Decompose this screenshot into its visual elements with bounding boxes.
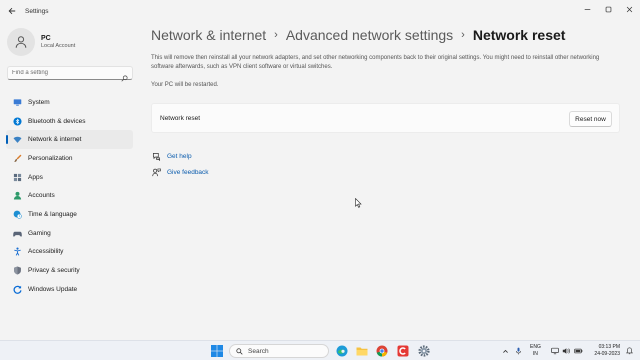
- profile-name: PC: [41, 35, 51, 42]
- sidebar-item-bluetooth[interactable]: Bluetooth & devices: [6, 112, 133, 131]
- display-icon[interactable]: [551, 341, 559, 360]
- volume-icon[interactable]: [562, 341, 570, 360]
- accessibility-icon: [12, 247, 22, 257]
- windows-start-icon[interactable]: [210, 344, 224, 358]
- sidebar-item-label: Privacy & security: [28, 267, 80, 275]
- page-title: Network reset: [472, 27, 566, 43]
- breadcrumb-separator: ›: [274, 29, 278, 41]
- clock-date: 24-09-2023: [594, 350, 620, 357]
- sidebar-item-time-language[interactable]: Time & language: [6, 205, 133, 224]
- breadcrumb-separator: ›: [461, 29, 465, 41]
- battery-icon[interactable]: [574, 341, 583, 360]
- sidebar-item-network[interactable]: Network & internet: [6, 130, 133, 150]
- get-help-link[interactable]: Get help: [151, 149, 209, 165]
- update-icon: [12, 284, 22, 294]
- taskbar: Search ENG IN 03:13 PM 24-09-2023: [0, 340, 640, 360]
- sidebar-item-label: Apps: [28, 173, 43, 181]
- gamepad-icon: [12, 228, 22, 238]
- globe-clock-icon: [12, 209, 22, 219]
- wifi-icon: [12, 135, 22, 145]
- notification-bell-icon[interactable]: [626, 341, 633, 360]
- show-hidden-icons-chevron-icon[interactable]: [502, 341, 509, 360]
- sidebar-nav: System Bluetooth & devices Network & int…: [6, 93, 133, 299]
- sidebar-item-accounts[interactable]: Accounts: [6, 186, 133, 205]
- apps-icon: [12, 172, 22, 182]
- microphone-icon[interactable]: [515, 341, 522, 360]
- sidebar-item-system[interactable]: System: [6, 93, 133, 112]
- maximize-icon[interactable]: [598, 0, 619, 18]
- search-input[interactable]: [8, 70, 116, 76]
- language-region: IN: [532, 350, 538, 357]
- profile-card[interactable]: PC Local Account: [7, 28, 75, 56]
- file-explorer-icon[interactable]: [355, 344, 369, 358]
- reset-description: This will remove then reinstall all your…: [151, 55, 600, 70]
- chrome-icon[interactable]: [375, 344, 389, 358]
- avatar: [7, 28, 35, 56]
- sidebar-item-label: System: [28, 98, 50, 106]
- sidebar-item-gaming[interactable]: Gaming: [6, 224, 133, 243]
- close-icon[interactable]: [619, 0, 640, 18]
- title-bar: Settings: [0, 0, 640, 22]
- help-icon: [151, 152, 161, 162]
- network-reset-card: Network reset Reset now: [151, 103, 620, 133]
- search-box: [7, 66, 133, 82]
- sidebar-item-privacy-security[interactable]: Privacy & security: [6, 261, 133, 280]
- brush-icon: [12, 153, 22, 163]
- breadcrumb-network-internet[interactable]: Network & internet: [151, 27, 266, 43]
- system-clock[interactable]: 03:13 PM 24-09-2023: [588, 344, 620, 357]
- settings-gear-icon[interactable]: [417, 344, 431, 360]
- feedback-icon: [151, 167, 161, 177]
- sidebar-item-personalization[interactable]: Personalization: [6, 149, 133, 168]
- sidebar-item-label: Bluetooth & devices: [28, 117, 86, 125]
- network-reset-label: Network reset: [160, 115, 201, 122]
- sidebar-item-label: Windows Update: [28, 285, 78, 293]
- sidebar-item-label: Accessibility: [28, 248, 64, 256]
- mouse-cursor-icon: [355, 195, 362, 213]
- monitor-icon: [12, 97, 22, 107]
- breadcrumb: Network & internet › Advanced network se…: [151, 27, 565, 43]
- sidebar-item-label: Personalization: [28, 154, 73, 162]
- taskbar-search[interactable]: Search: [229, 344, 329, 358]
- sidebar-item-windows-update[interactable]: Windows Update: [6, 280, 133, 299]
- minimize-icon[interactable]: [577, 0, 598, 18]
- sidebar-item-apps[interactable]: Apps: [6, 168, 133, 187]
- window-controls: [577, 0, 640, 18]
- window-title: Settings: [25, 7, 49, 15]
- profile-account-type: Local Account: [41, 43, 76, 49]
- shield-icon: [12, 266, 22, 276]
- ccleaner-icon[interactable]: [396, 344, 410, 358]
- person-icon: [12, 191, 22, 201]
- sidebar: PC Local Account System Bluetooth & devi…: [0, 22, 140, 340]
- sidebar-item-label: Accounts: [28, 192, 55, 200]
- help-links: Get help Give feedback: [151, 149, 209, 180]
- edge-icon[interactable]: [335, 344, 349, 358]
- get-help-label[interactable]: Get help: [167, 153, 192, 160]
- person-avatar-icon: [15, 36, 27, 48]
- give-feedback-label[interactable]: Give feedback: [167, 169, 209, 176]
- sidebar-item-label: Network & internet: [28, 136, 82, 144]
- bluetooth-icon: [12, 116, 22, 126]
- back-arrow-icon[interactable]: [1, 0, 23, 22]
- give-feedback-link[interactable]: Give feedback: [151, 165, 209, 181]
- reset-now-button[interactable]: Reset now: [569, 111, 612, 127]
- sidebar-item-label: Gaming: [28, 229, 51, 237]
- language-code: ENG: [530, 344, 541, 350]
- search-icon[interactable]: [121, 69, 128, 87]
- language-indicator[interactable]: ENG IN: [530, 344, 541, 357]
- restart-note: Your PC will be restarted.: [151, 82, 219, 88]
- sidebar-item-label: Time & language: [28, 210, 77, 218]
- breadcrumb-advanced-network-settings[interactable]: Advanced network settings: [286, 27, 453, 43]
- search-icon: [236, 347, 243, 355]
- sidebar-item-accessibility[interactable]: Accessibility: [6, 243, 133, 262]
- taskbar-search-label: Search: [248, 347, 269, 355]
